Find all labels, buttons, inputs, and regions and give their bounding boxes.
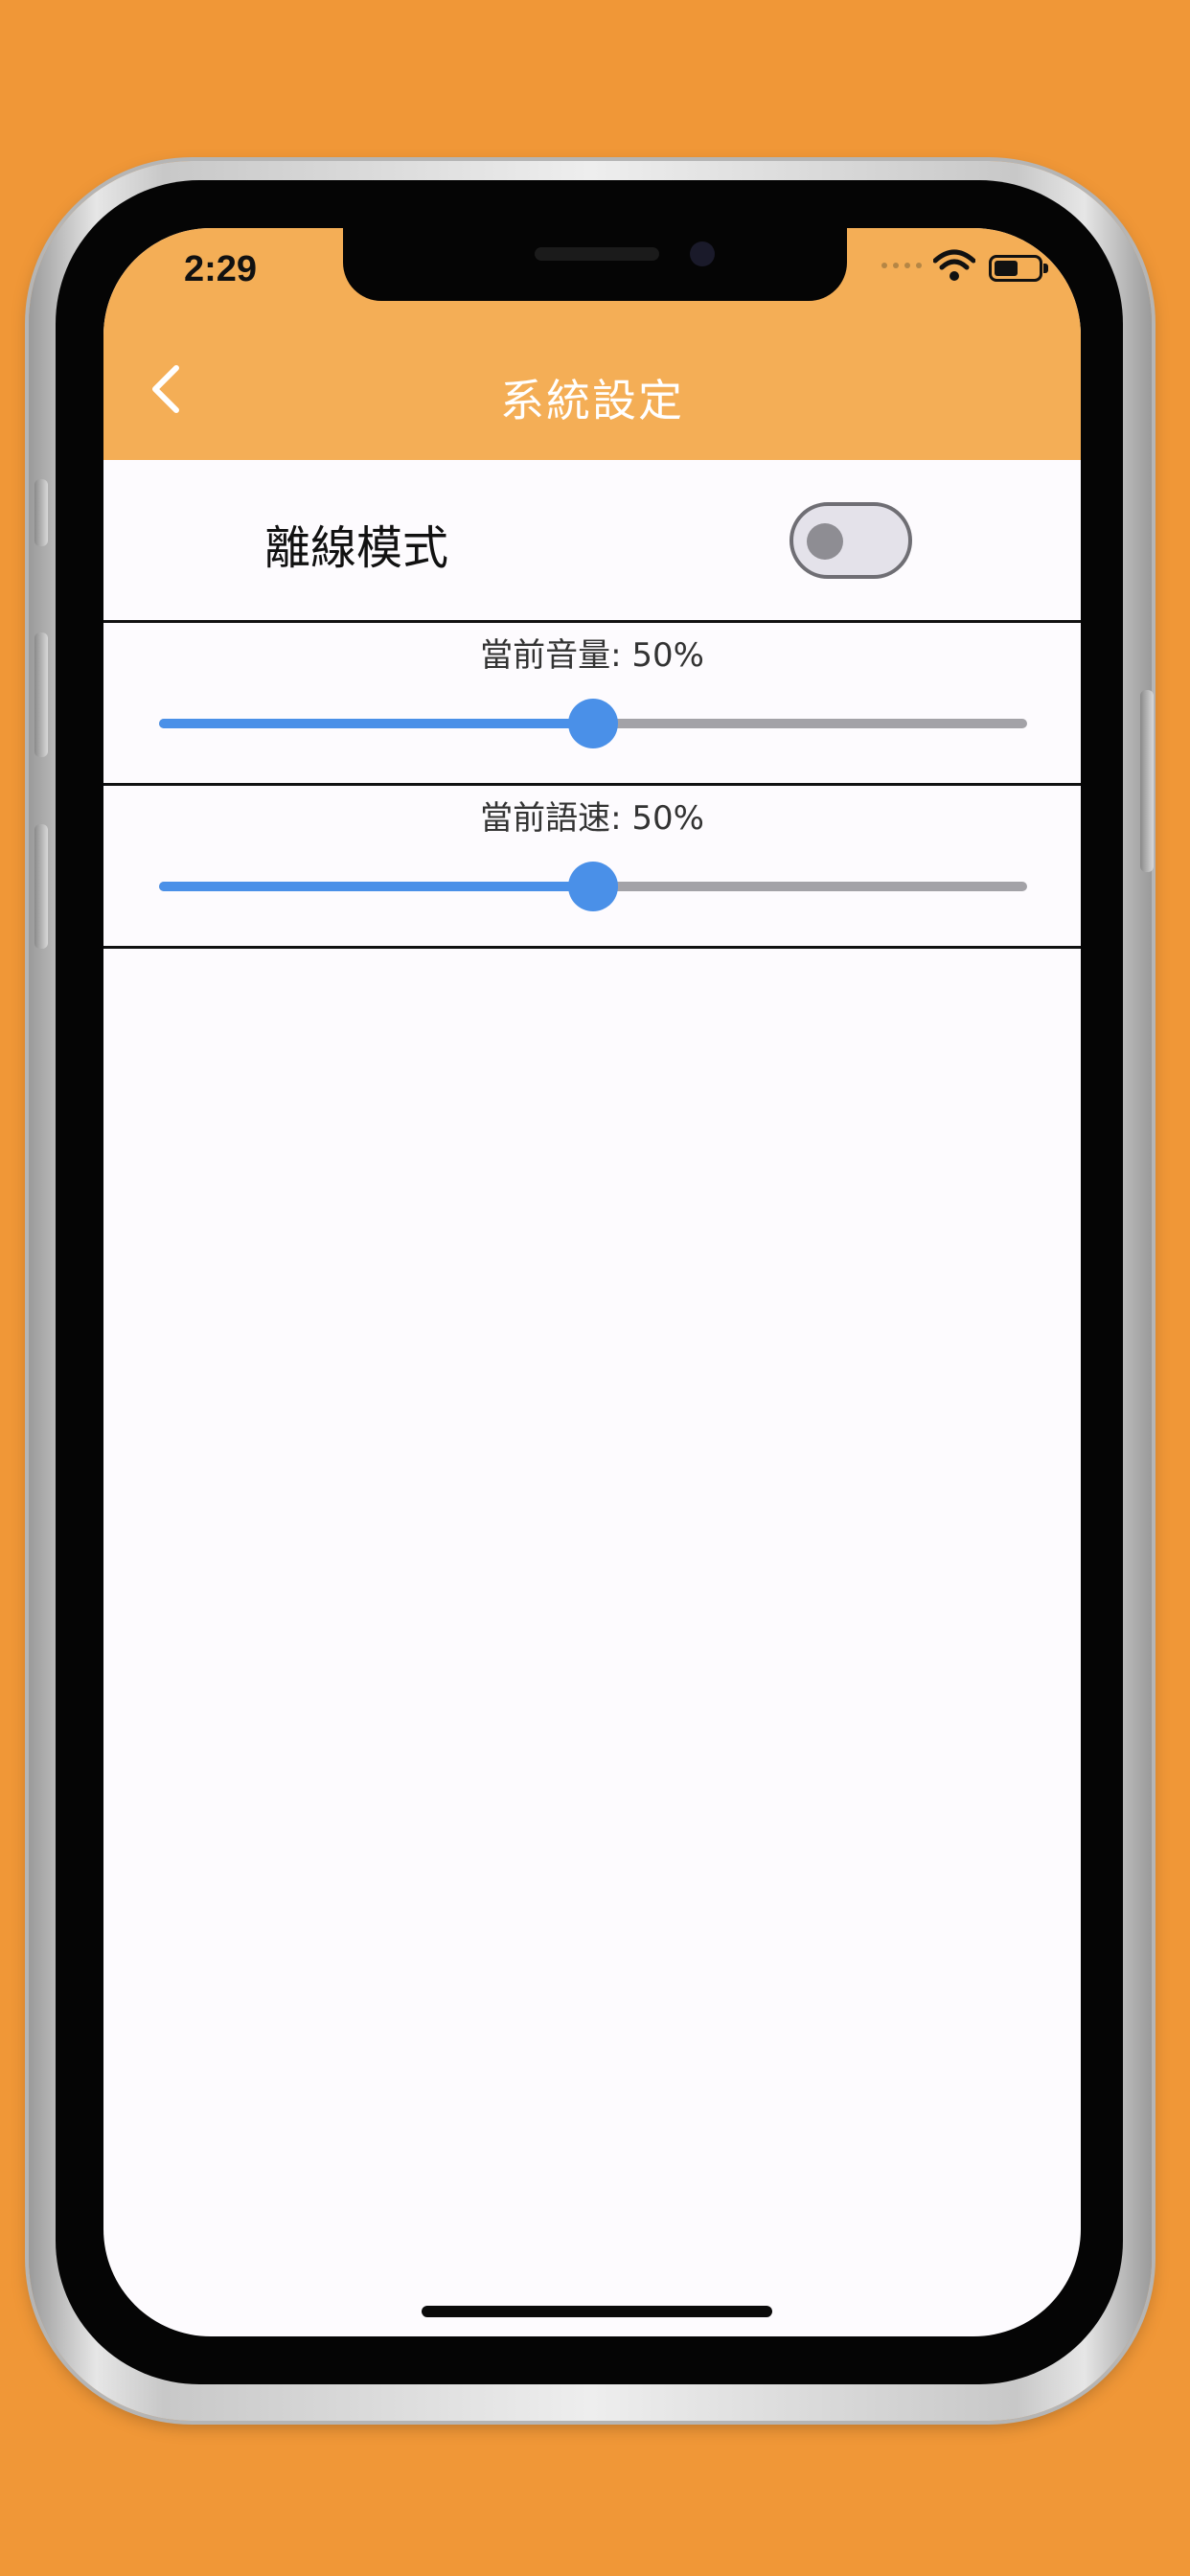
- front-camera: [690, 242, 715, 266]
- volume-label: 當前音量: 50%: [480, 636, 704, 675]
- app-screen: 2:29 系統設定 離線模式 當前音量: 50% 當前語速: 50%: [103, 228, 1081, 2336]
- battery-icon: [989, 255, 1048, 282]
- volume-row: 當前音量: 50%: [103, 623, 1081, 786]
- volume-slider-thumb[interactable]: [568, 699, 618, 748]
- speech-rate-label: 當前語速: 50%: [480, 799, 704, 838]
- volume-slider[interactable]: [159, 699, 1027, 748]
- offline-mode-label: 離線模式: [264, 521, 449, 575]
- cellular-signal-icon: [881, 263, 922, 268]
- volume-up-button: [34, 632, 48, 757]
- speech-rate-slider-fill: [159, 882, 593, 891]
- volume-slider-fill: [159, 719, 593, 728]
- speech-rate-row: 當前語速: 50%: [103, 786, 1081, 949]
- home-indicator: [422, 2306, 772, 2317]
- status-bar-time: 2:29: [184, 249, 258, 289]
- power-button: [1140, 690, 1154, 872]
- speech-rate-slider-thumb[interactable]: [568, 862, 618, 911]
- toggle-knob: [807, 523, 843, 560]
- wifi-icon: [933, 249, 975, 281]
- offline-mode-row: 離線模式: [103, 460, 1081, 623]
- notch: [343, 228, 847, 301]
- speech-rate-slider[interactable]: [159, 862, 1027, 911]
- volume-down-button: [34, 824, 48, 949]
- offline-mode-toggle[interactable]: [790, 502, 912, 579]
- app-header: 2:29 系統設定: [103, 228, 1081, 460]
- earpiece-speaker: [535, 247, 659, 261]
- page-title: 系統設定: [500, 375, 684, 426]
- mute-switch: [34, 479, 48, 546]
